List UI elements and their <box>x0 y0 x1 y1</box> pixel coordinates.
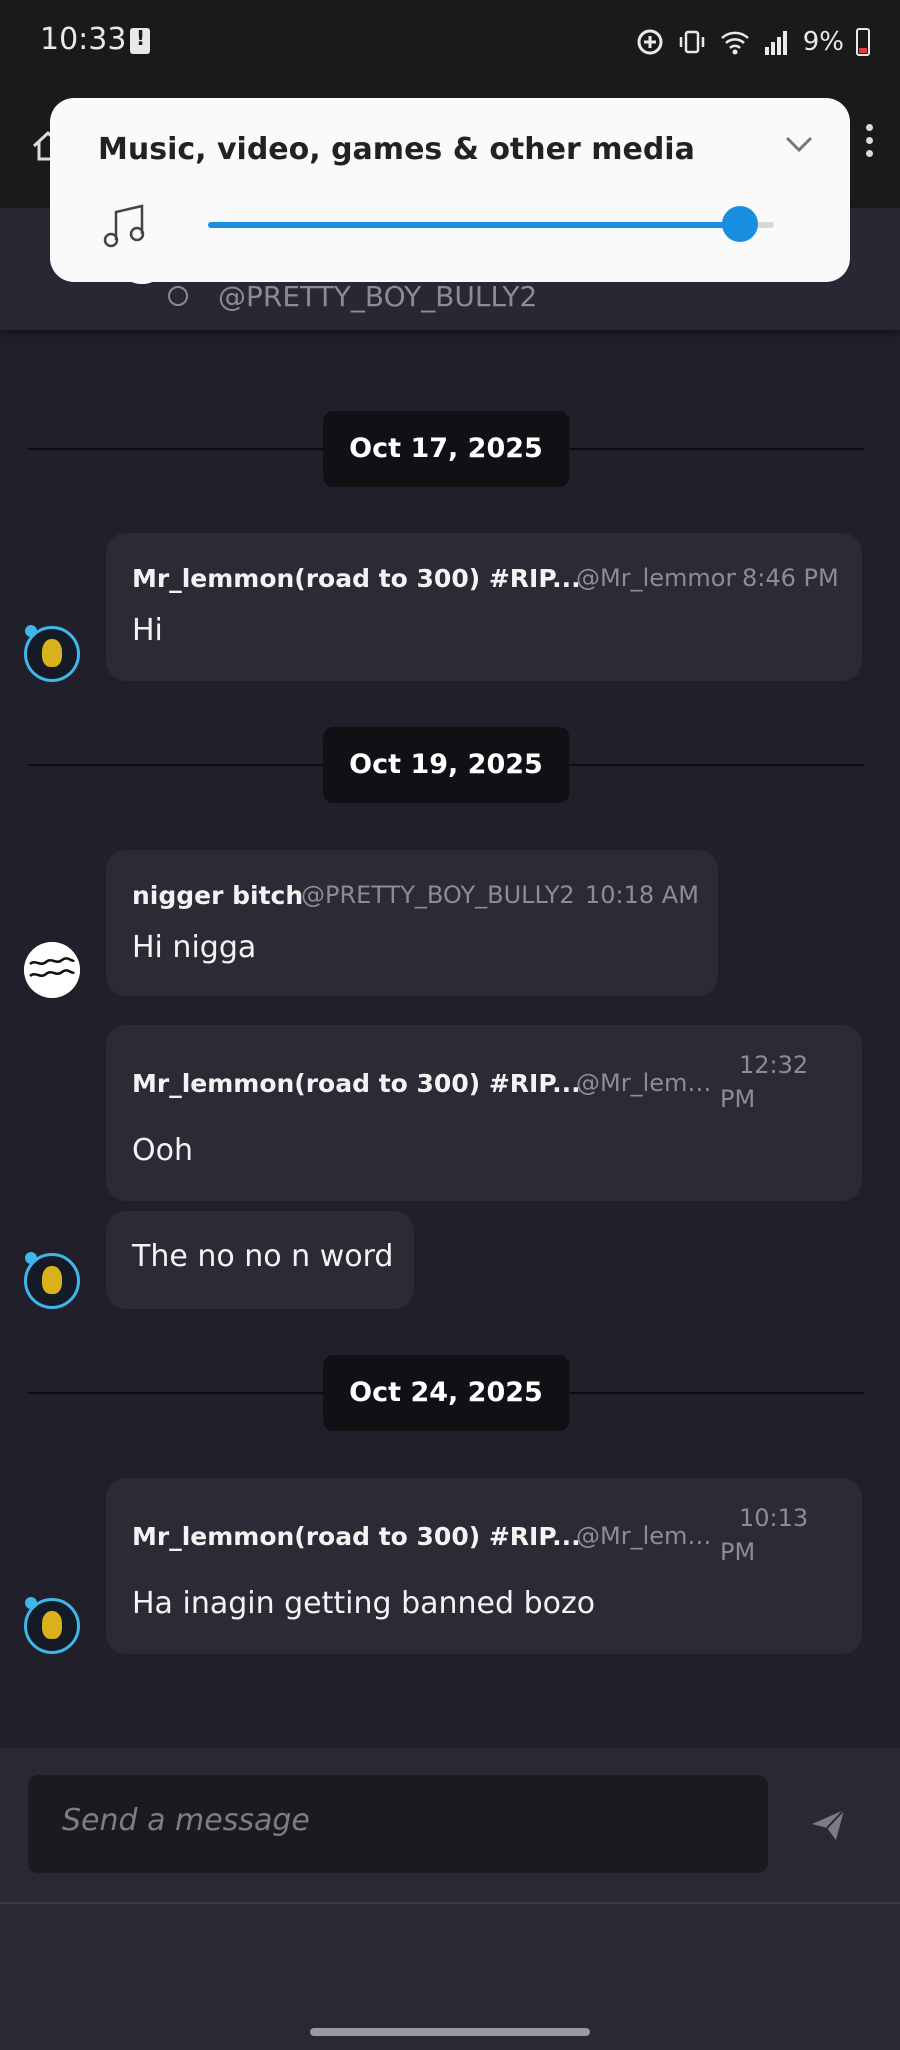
sender-name: Mr_lemmon(road to 300) #RIP... <box>132 564 581 593</box>
message-time: 12:32 <box>739 1051 809 1079</box>
avatar[interactable] <box>24 1597 80 1654</box>
date-label: Oct 19, 2025 <box>323 727 569 803</box>
message-text: The no no n word <box>132 1239 394 1274</box>
sender-handle: @Mr_lemm... <box>576 1522 716 1550</box>
message-input-placeholder: Send a message <box>62 1803 310 1838</box>
message-text: Ooh <box>132 1133 193 1168</box>
date-label: Oct 17, 2025 <box>323 411 569 487</box>
chevron-down-icon[interactable] <box>784 134 814 154</box>
status-time: 10:33 <box>40 22 127 57</box>
message-time: 10:13 <box>739 1504 809 1532</box>
date-label: Oct 24, 2025 <box>323 1355 569 1431</box>
wifi-icon <box>720 31 749 55</box>
message-text: Hi <box>132 613 163 648</box>
data-saver-icon <box>637 29 663 55</box>
battery-percent: 9% <box>802 27 844 57</box>
volume-slider-fill <box>208 222 741 228</box>
sender-handle: @Mr_lemm... <box>576 1069 716 1097</box>
message-bubble[interactable]: The no no n word <box>106 1211 414 1309</box>
message-time-suffix: PM <box>720 1538 756 1566</box>
volume-slider[interactable] <box>208 206 774 242</box>
send-icon[interactable] <box>810 1808 846 1842</box>
online-status-icon <box>168 286 188 306</box>
message-input[interactable]: Send a message <box>28 1775 768 1873</box>
message-bubble[interactable]: Mr_lemmon(road to 300) #RIP... @Mr_lemm.… <box>106 1025 862 1201</box>
message-time: 10:18 AM <box>585 881 699 909</box>
message-bubble[interactable]: nigger bitch @PRETTY_BOY_BULLY2 10:18 AM… <box>106 850 718 996</box>
message-bubble[interactable]: Mr_lemmon(road to 300) #RIP... @Mr_lemm.… <box>106 1478 862 1654</box>
vibrate-icon <box>679 30 704 54</box>
alert-icon <box>130 26 150 54</box>
sender-handle: @PRETTY_BOY_BULLY2 <box>301 881 575 909</box>
message-time-suffix: PM <box>720 1085 756 1113</box>
sender-name: Mr_lemmon(road to 300) #RIP... <box>132 1069 581 1098</box>
volume-panel: Music, video, games & other media <box>50 98 850 282</box>
conversation-handle: @PRETTY_BOY_BULLY2 <box>218 280 538 313</box>
battery-icon <box>856 28 870 56</box>
message-text: Hi nigga <box>132 930 257 965</box>
avatar[interactable] <box>24 1252 80 1309</box>
gesture-nav-handle[interactable] <box>310 2028 590 2036</box>
status-bar: 10:33 9% <box>0 0 900 88</box>
music-note-icon <box>103 204 145 248</box>
volume-slider-thumb[interactable] <box>722 206 759 242</box>
date-separator: Oct 24, 2025 <box>28 1355 864 1431</box>
sender-name: nigger bitch <box>132 881 304 910</box>
date-separator: Oct 19, 2025 <box>28 727 864 803</box>
sender-name: Mr_lemmon(road to 300) #RIP... <box>132 1522 581 1551</box>
message-time: 8:46 PM <box>742 564 839 592</box>
volume-panel-title: Music, video, games & other media <box>98 132 695 167</box>
message-bubble[interactable]: Mr_lemmon(road to 300) #RIP... @Mr_lemmo… <box>106 533 862 681</box>
signal-icon <box>764 31 787 55</box>
avatar[interactable] <box>24 942 80 998</box>
message-text: Ha inagin getting banned bozo <box>132 1586 596 1621</box>
status-icons: 9% <box>635 24 870 60</box>
sender-handle: @Mr_lemmon <box>576 564 736 592</box>
more-options-icon[interactable] <box>866 124 874 163</box>
date-separator: Oct 17, 2025 <box>28 411 864 487</box>
avatar[interactable] <box>24 625 80 682</box>
